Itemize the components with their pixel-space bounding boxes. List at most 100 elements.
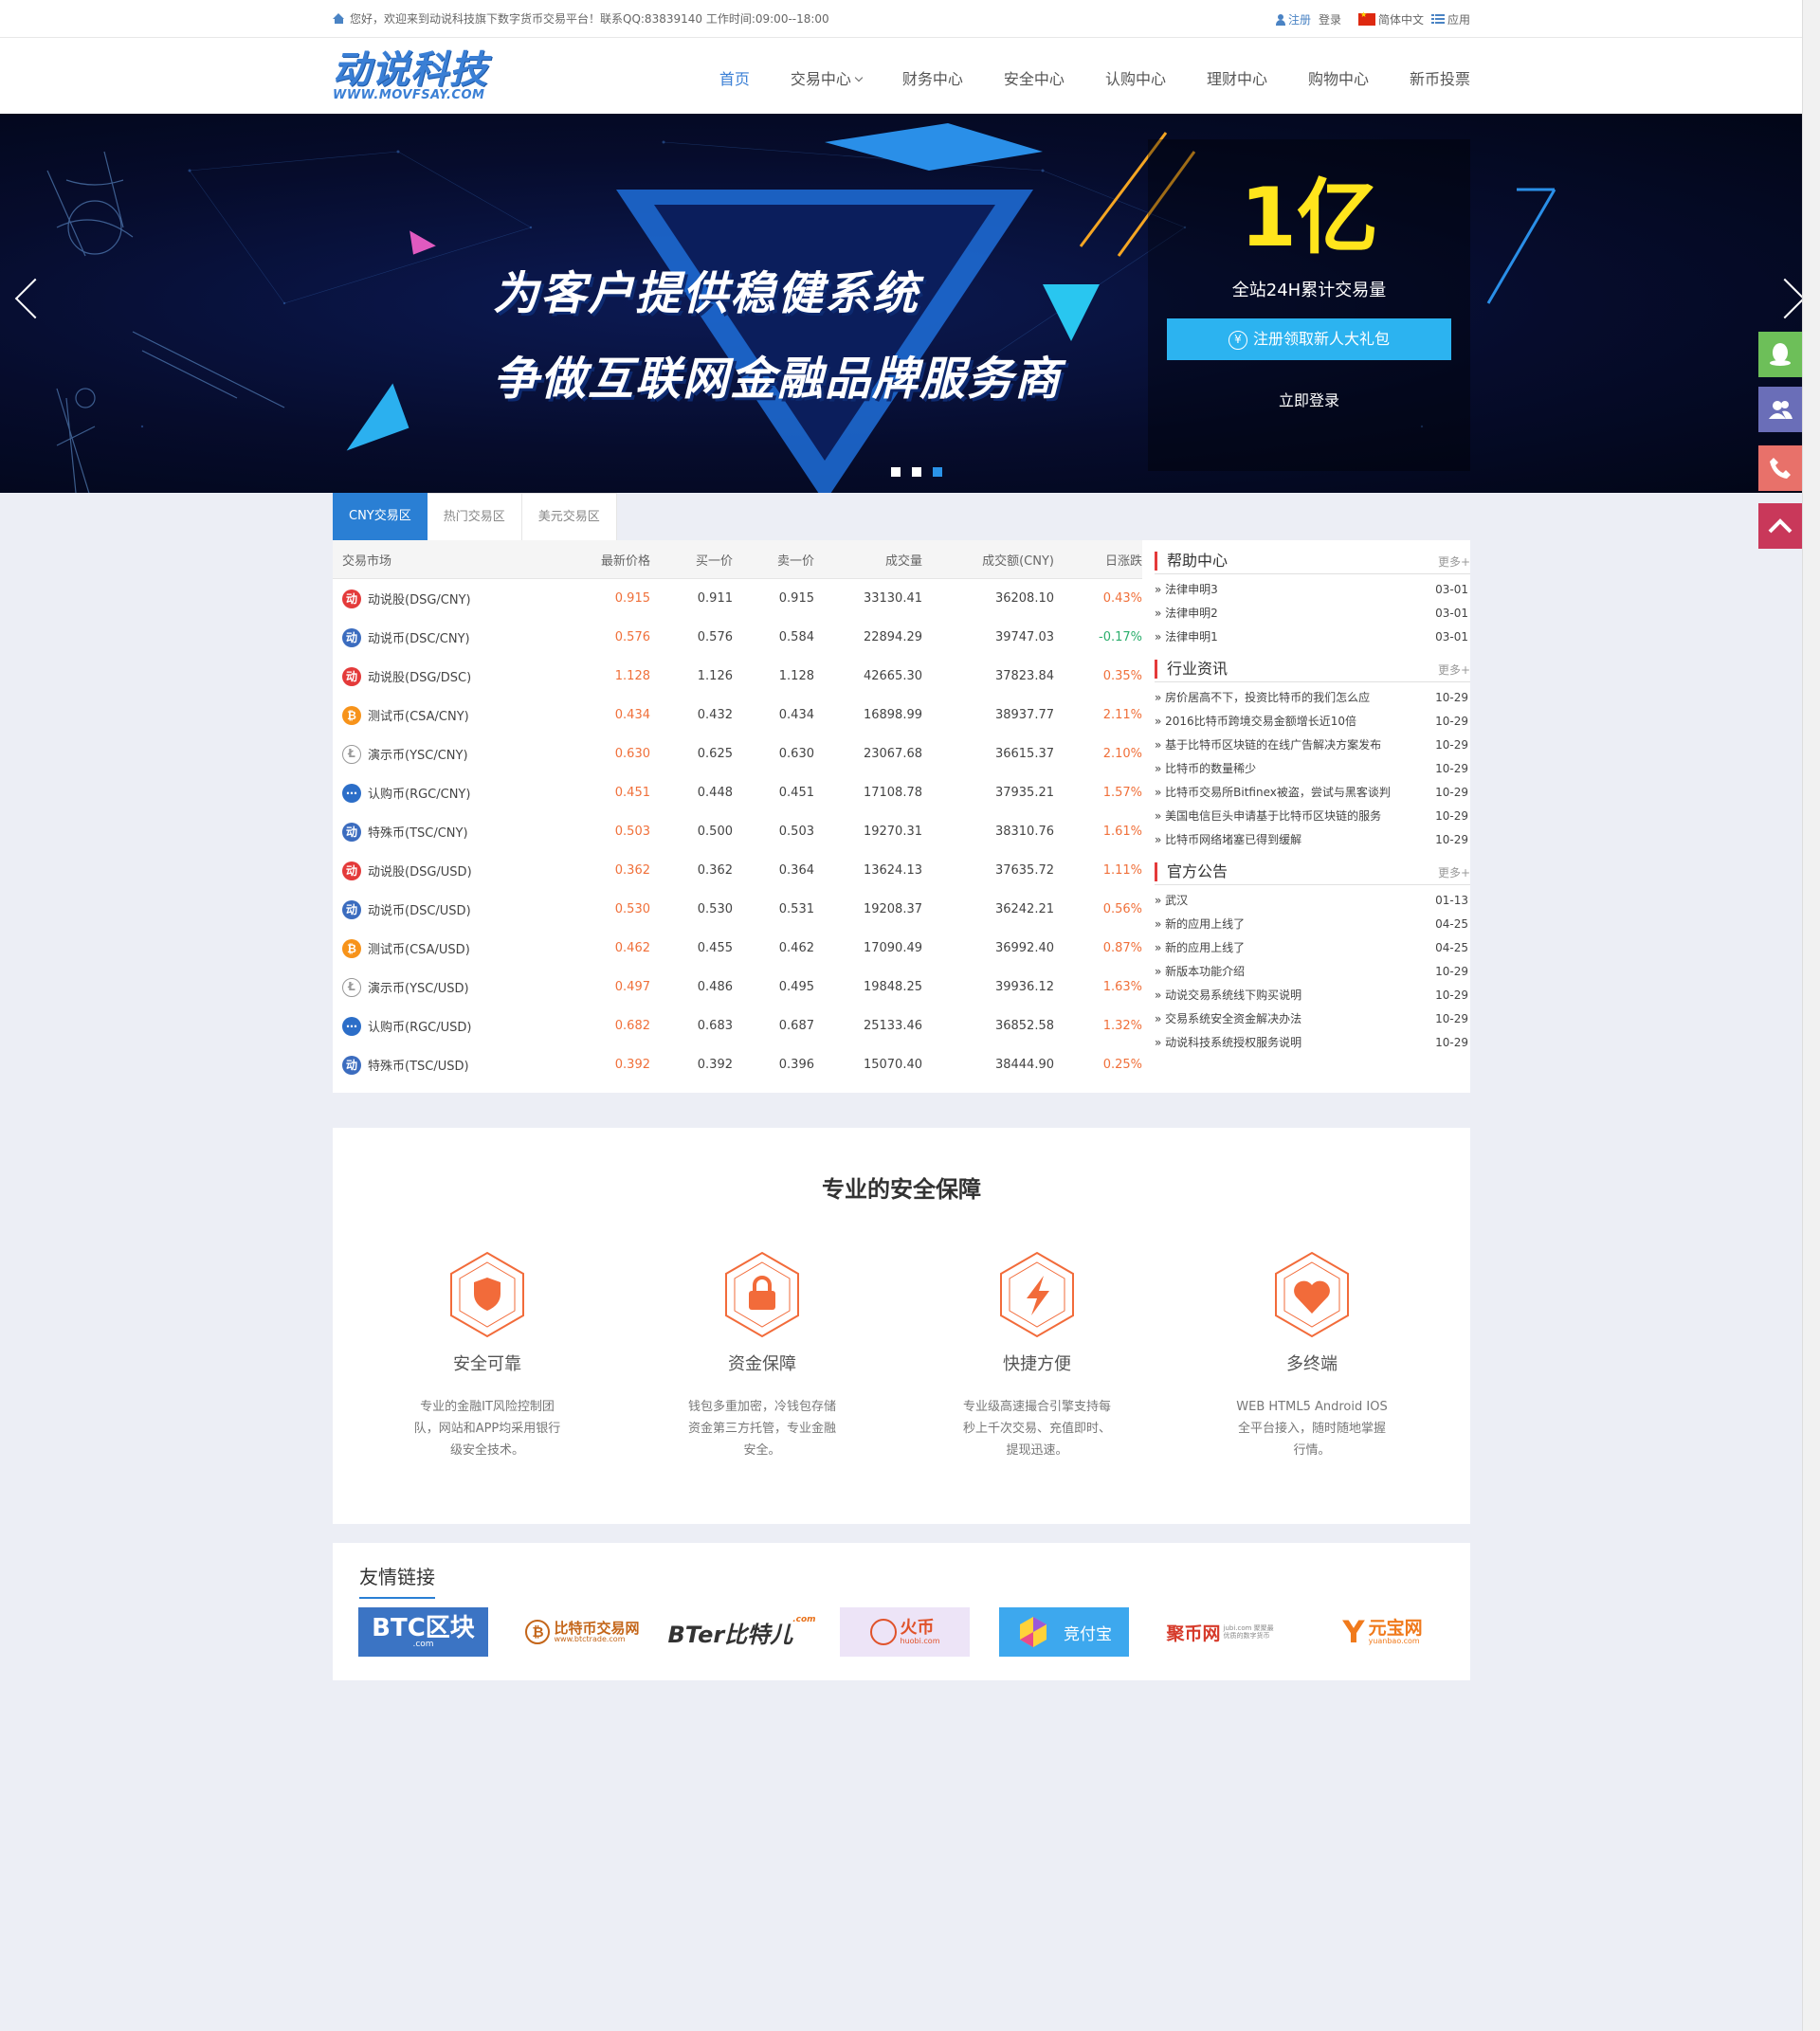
table-row[interactable]: ⋯ 认购币(RGC/CNY) 0.451 0.448 0.451 17108.78 3793… [333, 773, 1142, 812]
col-daily-change[interactable]: 日涨跌 [1054, 551, 1142, 569]
coin-name[interactable]: 演示币(YSC/CNY) [368, 745, 468, 763]
coin-name[interactable]: 测试币(CSA/CNY) [368, 706, 469, 724]
news-item[interactable]: » 基于比特币区块链的在线广告解决方案发布 10-29 [1155, 733, 1470, 756]
news-item[interactable]: » 法律申明3 03-01 [1155, 577, 1470, 601]
news-item[interactable]: » 新的应用上线了 04-25 [1155, 912, 1470, 935]
news-title[interactable]: » 比特币交易所Bitfinex被盗，尝试与黑客谈判 [1155, 784, 1391, 800]
site-logo[interactable]: 动说科技 WWW.MOVFSAY.COM [333, 51, 513, 101]
news-item[interactable]: » 比特币交易所Bitfinex被盗，尝试与黑客谈判 10-29 [1155, 780, 1470, 804]
nav-finance-center[interactable]: 财务中心 [902, 66, 963, 89]
news-title[interactable]: » 2016比特币跨境交易金额增长近10倍 [1155, 713, 1356, 729]
news-item[interactable]: » 比特币网络堵塞已得到缓解 10-29 [1155, 827, 1470, 851]
phone-contact-button[interactable] [1758, 445, 1802, 491]
nav-trade-center[interactable]: 交易中心 [791, 66, 864, 89]
col-turnover[interactable]: 成交额(CNY) [922, 551, 1054, 569]
col-ask[interactable]: 卖一价 [733, 551, 814, 569]
partner-bter[interactable]: BTer比特儿 .com [668, 1607, 816, 1657]
table-row[interactable]: Ł 演示币(YSC/USD) 0.497 0.486 0.495 19848.25 3993… [333, 968, 1142, 1006]
news-item[interactable]: » 交易系统安全资金解决办法 10-29 [1155, 1006, 1470, 1030]
table-row[interactable]: ₿ 测试币(CSA/CNY) 0.434 0.432 0.434 16898.99 3893… [333, 696, 1142, 734]
banner-dot[interactable] [891, 467, 901, 477]
news-item[interactable]: » 新的应用上线了 04-25 [1155, 935, 1470, 959]
coin-name[interactable]: 动说币(DSC/CNY) [368, 628, 470, 646]
col-latest-price[interactable]: 最新价格 [570, 551, 650, 569]
nav-new-coin-vote[interactable]: 新币投票 [1410, 66, 1470, 89]
news-item[interactable]: » 武汉 01-13 [1155, 888, 1470, 912]
table-row[interactable]: Ł 演示币(YSC/CNY) 0.630 0.625 0.630 23067.68 3661… [333, 734, 1142, 773]
news-title[interactable]: » 法律申明2 [1155, 605, 1218, 621]
coin-name[interactable]: 特殊币(TSC/USD) [368, 1056, 469, 1074]
coin-name[interactable]: 特殊币(TSC/CNY) [368, 823, 468, 841]
coin-name[interactable]: 测试币(CSA/USD) [368, 939, 470, 957]
col-bid[interactable]: 买一价 [650, 551, 733, 569]
customer-service-button[interactable] [1758, 387, 1802, 432]
news-item[interactable]: » 法律申明1 03-01 [1155, 625, 1470, 648]
table-row[interactable]: 动动说币(DSC/CNY) 0.576 0.576 0.584 22894.29 3974… [333, 618, 1142, 657]
news-title[interactable]: » 法律申明1 [1155, 628, 1218, 644]
table-row[interactable]: 动动说股(DSG/USD) 0.362 0.362 0.364 13624.13 3763… [333, 851, 1142, 890]
coin-name[interactable]: 动说股(DSG/DSC) [368, 667, 471, 685]
table-row[interactable]: 动动说币(DSC/USD) 0.530 0.530 0.531 19208.37 3624… [333, 890, 1142, 929]
news-item[interactable]: » 法律申明2 03-01 [1155, 601, 1470, 625]
tab-usd-zone[interactable]: 美元交易区 [521, 493, 617, 540]
coin-name[interactable]: 演示币(YSC/USD) [368, 978, 469, 996]
news-item[interactable]: » 动说科技系统授权服务说明 10-29 [1155, 1030, 1470, 1054]
news-title[interactable]: » 交易系统安全资金解决办法 [1155, 1010, 1301, 1026]
table-row[interactable]: ⋯ 认购币(RGC/USD) 0.682 0.683 0.687 25133.46 3685… [333, 1006, 1142, 1045]
nav-shopping-center[interactable]: 购物中心 [1308, 66, 1369, 89]
language-switch[interactable]: 简体中文 [1357, 10, 1424, 27]
partner-jubi[interactable]: 聚币网 jubi.com 聚聚最优质的数字货币 [1158, 1607, 1288, 1657]
register-link[interactable]: 注册 [1275, 11, 1311, 27]
news-title[interactable]: » 比特币的数量稀少 [1155, 760, 1256, 776]
partner-huobi[interactable]: 火币 huobi.com [840, 1607, 970, 1657]
partner-yuanbao[interactable]: Y 元宝网 yuanbao.com [1318, 1607, 1447, 1657]
coin-name[interactable]: 动说币(DSC/USD) [368, 900, 471, 918]
more-link[interactable]: 更多+ [1438, 662, 1470, 678]
news-title[interactable]: » 武汉 [1155, 892, 1188, 908]
news-title[interactable]: » 比特币网络堵塞已得到缓解 [1155, 831, 1301, 847]
table-row[interactable]: 动动说股(DSG/DSC) 1.128 1.126 1.128 42665.30 3782… [333, 657, 1142, 696]
login-now-link[interactable]: 立即登录 [1148, 388, 1470, 410]
table-row[interactable]: ₿ 测试币(CSA/USD) 0.462 0.455 0.462 17090.49 3699… [333, 929, 1142, 968]
news-title[interactable]: » 基于比特币区块链的在线广告解决方案发布 [1155, 736, 1381, 753]
register-gift-button[interactable]: ¥ 注册领取新人大礼包 [1167, 318, 1451, 360]
apps-link[interactable]: 应用 [1430, 11, 1470, 27]
news-title[interactable]: » 新的应用上线了 [1155, 916, 1245, 932]
news-title[interactable]: » 动说交易系统线下购买说明 [1155, 987, 1301, 1003]
news-item[interactable]: » 比特币的数量稀少 10-29 [1155, 756, 1470, 780]
coin-name[interactable]: 认购币(RGC/CNY) [368, 784, 470, 802]
nav-wealth-center[interactable]: 理财中心 [1207, 66, 1267, 89]
banner-dot[interactable] [912, 467, 921, 477]
nav-home[interactable]: 首页 [719, 66, 750, 89]
news-item[interactable]: » 美国电信巨头申请基于比特币区块链的服务 10-29 [1155, 804, 1470, 827]
table-row[interactable]: 动特殊币(TSC/USD) 0.392 0.392 0.396 15070.40 3844… [333, 1045, 1142, 1084]
news-title[interactable]: » 美国电信巨头申请基于比特币区块链的服务 [1155, 807, 1381, 824]
news-item[interactable]: » 房价居高不下，投资比特币的我们怎么应 10-29 [1155, 685, 1470, 709]
news-item[interactable]: » 新版本功能介绍 10-29 [1155, 959, 1470, 983]
news-item[interactable]: » 2016比特币跨境交易金额增长近10倍 10-29 [1155, 709, 1470, 733]
tab-hot-zone[interactable]: 热门交易区 [427, 493, 522, 540]
news-title[interactable]: » 房价居高不下，投资比特币的我们怎么应 [1155, 689, 1370, 705]
login-link[interactable]: 登录 [1319, 11, 1341, 27]
table-row[interactable]: 动特殊币(TSC/CNY) 0.503 0.500 0.503 19270.31 3831… [333, 812, 1142, 851]
more-link[interactable]: 更多+ [1438, 864, 1470, 880]
nav-security-center[interactable]: 安全中心 [1004, 66, 1065, 89]
news-title[interactable]: » 法律申明3 [1155, 581, 1218, 597]
qq-contact-button[interactable] [1758, 332, 1802, 377]
coin-name[interactable]: 动说股(DSG/USD) [368, 861, 472, 879]
news-title[interactable]: » 新的应用上线了 [1155, 939, 1245, 955]
news-title[interactable]: » 新版本功能介绍 [1155, 963, 1245, 979]
news-item[interactable]: » 动说交易系统线下购买说明 10-29 [1155, 983, 1470, 1006]
col-volume[interactable]: 成交量 [814, 551, 922, 569]
coin-name[interactable]: 动说股(DSG/CNY) [368, 589, 471, 607]
more-link[interactable]: 更多+ [1438, 553, 1470, 570]
nav-subscription-center[interactable]: 认购中心 [1105, 66, 1166, 89]
banner-dot-active[interactable] [933, 467, 942, 477]
back-to-top-button[interactable] [1758, 503, 1802, 549]
tab-cny-zone[interactable]: CNY交易区 [333, 493, 428, 540]
coin-name[interactable]: 认购币(RGC/USD) [368, 1017, 472, 1035]
partner-jingfubao[interactable]: 竞付宝 [999, 1607, 1129, 1657]
table-row[interactable]: 动动说股(DSG/CNY) 0.915 0.911 0.915 33130.41 3620… [333, 579, 1142, 618]
news-title[interactable]: » 动说科技系统授权服务说明 [1155, 1034, 1301, 1050]
partner-btctrade[interactable]: ₿ 比特币交易网 www.btctrade.com [518, 1607, 647, 1657]
